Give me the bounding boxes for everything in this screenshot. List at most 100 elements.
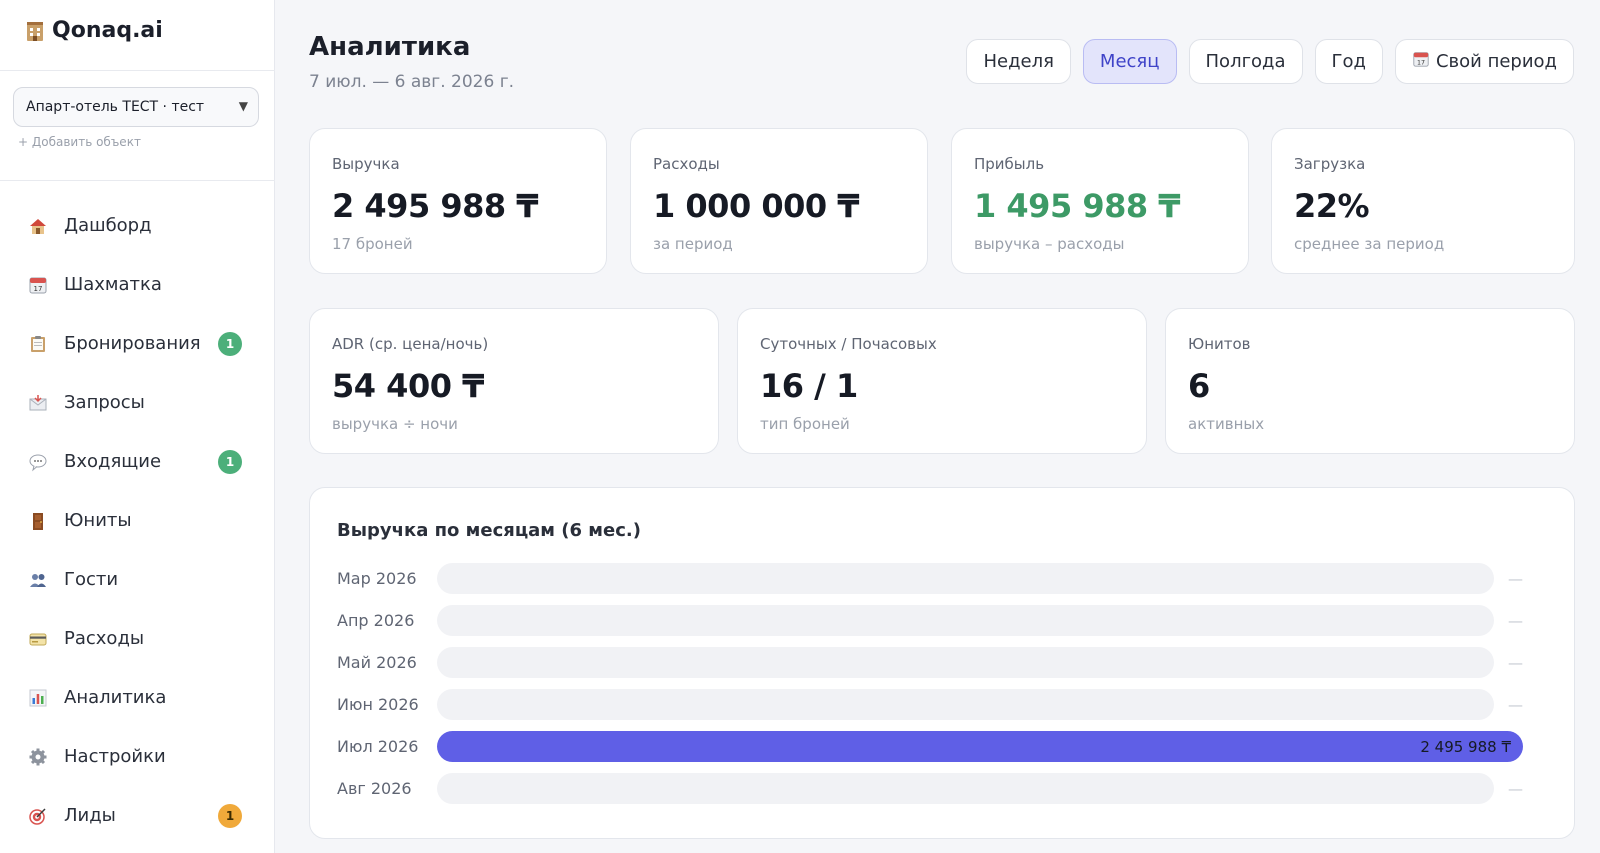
page-title: Аналитика — [309, 32, 471, 62]
kpi-expenses-card: Расходы 1 000 000 ₸ за период — [630, 128, 928, 274]
kpi-label: Юнитов — [1188, 335, 1251, 353]
revenue-by-month-chart: Выручка по месяцам (6 мес.) Мар 2026— Апр… — [309, 487, 1575, 839]
kpi-label: Прибыль — [974, 155, 1045, 173]
kpi-label: Загрузка — [1294, 155, 1366, 173]
kpi-profit-card: Прибыль 1 495 988 ₸ выручка – расходы — [951, 128, 1249, 274]
category-label: Июн 2026 — [337, 695, 419, 714]
kpi-occupancy-card: Загрузка 22% среднее за период — [1271, 128, 1575, 274]
bar-track — [437, 563, 1494, 594]
sidebar-item-label: Лиды — [64, 805, 116, 826]
sidebar-item-label: Шахматка — [64, 274, 162, 295]
kpi-value: 54 400 ₸ — [332, 367, 484, 405]
kpi-label: Суточных / Почасовых — [760, 335, 937, 353]
category-label: Авг 2026 — [337, 779, 412, 798]
sidebar-item-units[interactable]: Юниты — [0, 491, 275, 550]
period-month-button[interactable]: Месяц — [1082, 39, 1177, 84]
target-icon — [28, 806, 48, 826]
property-select[interactable]: Апарт-отель ТЕСТ · тест ▼ — [13, 87, 259, 127]
sidebar-item-inbox[interactable]: Входящие 1 — [0, 432, 275, 491]
svg-text:17: 17 — [34, 285, 43, 293]
sidebar-item-label: Расходы — [64, 628, 145, 649]
bookings-count-badge: 1 — [218, 331, 242, 356]
bar-value-label: — — [1508, 570, 1523, 588]
house-icon — [28, 216, 48, 236]
bar-track — [437, 647, 1494, 678]
leads-count-badge: 1 — [218, 803, 242, 828]
kpi-sub: за период — [653, 235, 733, 253]
kpi-sub: среднее за период — [1294, 235, 1445, 253]
clipboard-icon — [28, 334, 48, 354]
door-icon — [28, 511, 48, 531]
sidebar-item-leads[interactable]: Лиды 1 — [0, 786, 275, 845]
category-label: Июл 2026 — [337, 737, 418, 756]
kpi-label: Выручка — [332, 155, 400, 173]
sidebar-item-bookings[interactable]: Бронирования 1 — [0, 314, 275, 373]
bar-chart-svg: Мар 2026 — Апр 2026 — Май 2026 — Июн 2026 — Июл … — [337, 563, 1523, 804]
inbox-count-badge: 1 — [218, 449, 242, 474]
bar-value-label: — — [1508, 612, 1523, 630]
calendar-icon: 17 — [1412, 50, 1430, 73]
kpi-sub: тип броней — [760, 415, 850, 433]
sidebar-nav: Дашборд 17 Шахматка Бронирования 1 Запро… — [0, 196, 275, 845]
kpi-label: ADR (ср. цена/ночь) — [332, 335, 489, 353]
period-custom-button[interactable]: 17 Свой период — [1394, 39, 1574, 84]
sidebar-item-guests[interactable]: Гости — [0, 550, 275, 609]
gear-icon — [28, 747, 48, 767]
sidebar-item-requests[interactable]: Запросы — [0, 373, 275, 432]
sidebar-item-label: Запросы — [64, 392, 145, 413]
sidebar-item-analytics[interactable]: Аналитика — [0, 668, 275, 727]
sidebar-item-dashboard[interactable]: Дашборд — [0, 196, 275, 255]
category-label: Май 2026 — [337, 653, 417, 672]
chat-bubble-icon — [28, 452, 48, 472]
category-label: Мар 2026 — [337, 569, 417, 588]
sidebar-item-chessboard[interactable]: 17 Шахматка — [0, 255, 275, 314]
kpi-adr-card: ADR (ср. цена/ночь) 54 400 ₸ выручка ÷ н… — [309, 308, 719, 454]
period-selector: Неделя Месяц Полгода Год 17 Свой период — [966, 39, 1574, 84]
bar-track — [437, 773, 1494, 804]
kpi-value: 1 495 988 ₸ — [974, 187, 1181, 225]
sidebar-item-label: Бронирования — [64, 333, 201, 354]
kpi-value: 22% — [1294, 187, 1370, 225]
sidebar-item-label: Настройки — [64, 746, 166, 767]
period-year-button[interactable]: Год — [1314, 39, 1383, 84]
people-icon — [28, 570, 48, 590]
add-property-link[interactable]: + Добавить объект — [18, 135, 141, 149]
kpi-booking-type-card: Суточных / Почасовых 16 / 1 тип броней — [737, 308, 1147, 454]
hotel-icon — [24, 20, 46, 42]
period-week-button[interactable]: Неделя — [966, 39, 1071, 84]
period-halfyear-button[interactable]: Полгода — [1188, 39, 1303, 84]
kpi-sub: 17 броней — [332, 235, 413, 253]
bar-value-label: — — [1508, 696, 1523, 714]
credit-card-icon — [28, 629, 48, 649]
svg-text:17: 17 — [1417, 59, 1425, 66]
bar[interactable] — [437, 731, 1523, 762]
divider — [0, 180, 275, 181]
sidebar-item-settings[interactable]: Настройки — [0, 727, 275, 786]
kpi-units-card: Юнитов 6 активных — [1165, 308, 1575, 454]
kpi-label: Расходы — [653, 155, 720, 173]
kpi-value: 6 — [1188, 367, 1210, 405]
period-range: 7 июл. — 6 авг. 2026 г. — [309, 72, 515, 92]
sidebar-item-label: Дашборд — [64, 215, 152, 236]
category-label: Апр 2026 — [337, 611, 414, 630]
bar-chart-icon — [28, 688, 48, 708]
bar-track — [437, 689, 1494, 720]
period-custom-label: Свой период — [1435, 51, 1557, 72]
kpi-value: 2 495 988 ₸ — [332, 187, 539, 225]
kpi-revenue-card: Выручка 2 495 988 ₸ 17 броней — [309, 128, 607, 274]
bar-track — [437, 605, 1494, 636]
main-content: Аналитика 7 июл. — 6 авг. 2026 г. Неделя… — [275, 0, 1600, 853]
brand-name: Qonaq.ai — [52, 18, 163, 43]
calendar-icon: 17 — [28, 275, 48, 295]
sidebar: Qonaq.ai Апарт-отель ТЕСТ · тест ▼ + Доб… — [0, 0, 275, 853]
divider — [0, 70, 275, 71]
kpi-sub: выручка – расходы — [974, 235, 1125, 253]
sidebar-item-label: Юниты — [64, 510, 132, 531]
envelope-icon — [28, 393, 48, 413]
sidebar-item-label: Гости — [64, 569, 119, 590]
chevron-down-icon: ▼ — [238, 99, 248, 113]
brand-logo[interactable]: Qonaq.ai — [24, 18, 163, 43]
sidebar-item-label: Аналитика — [64, 687, 167, 708]
kpi-sub: активных — [1188, 415, 1265, 433]
sidebar-item-expenses[interactable]: Расходы — [0, 609, 275, 668]
